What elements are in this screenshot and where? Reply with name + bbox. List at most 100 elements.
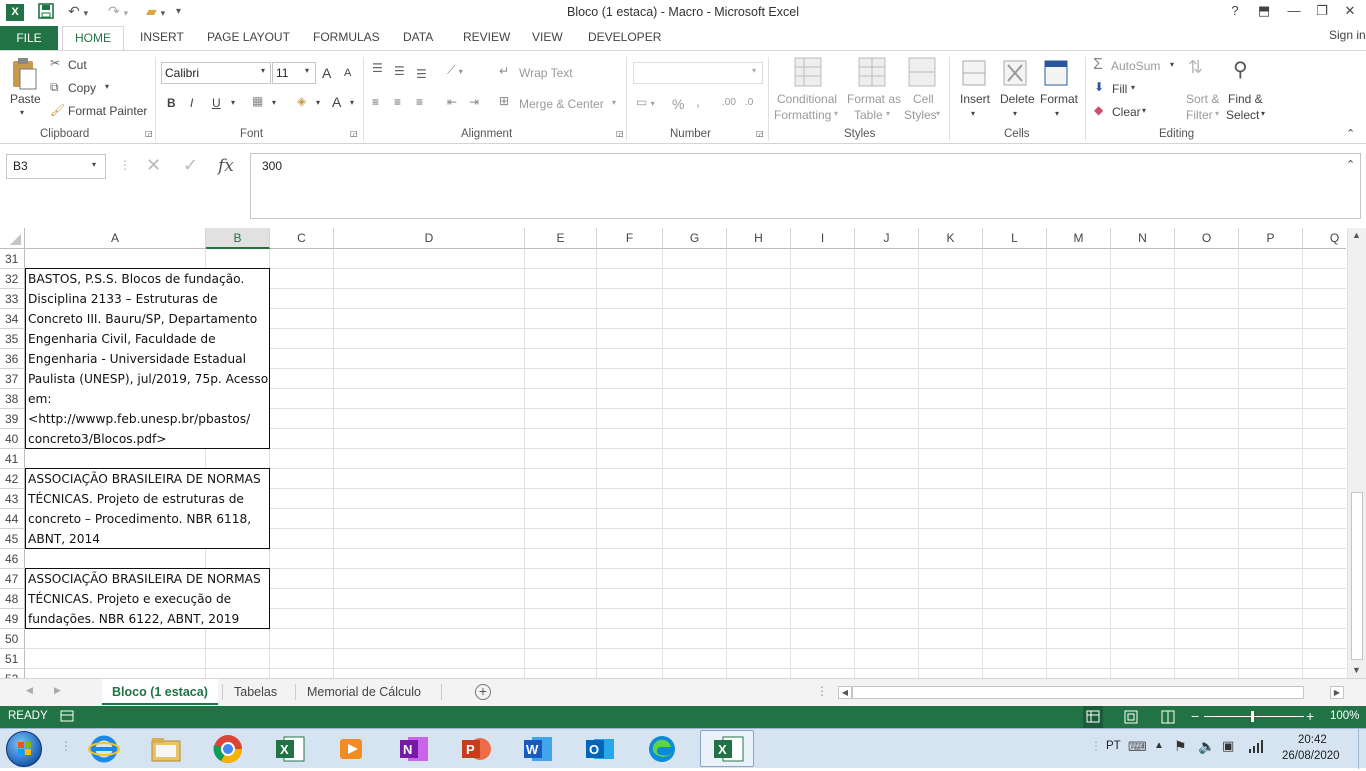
find-select-icon[interactable]: ⚲ bbox=[1233, 57, 1248, 82]
formula-bar-collapse-icon[interactable]: ⌃ bbox=[1346, 158, 1355, 171]
clipboard-launcher-icon[interactable]: ◲ bbox=[145, 129, 153, 138]
column-header[interactable]: E bbox=[525, 228, 597, 249]
middle-align-icon[interactable]: ☰ bbox=[394, 64, 405, 78]
borders-dropdown-icon[interactable]: ▾ bbox=[272, 98, 276, 107]
orientation-icon[interactable]: ⟋ ▾ bbox=[447, 63, 463, 78]
column-header[interactable]: L bbox=[983, 228, 1047, 249]
number-launcher-icon[interactable]: ◲ bbox=[756, 129, 764, 138]
tab-developer[interactable]: DEVELOPER bbox=[588, 30, 661, 44]
sort-filter-line2[interactable]: Filter bbox=[1186, 108, 1213, 122]
font-name-combo[interactable]: Calibri bbox=[161, 62, 271, 84]
next-sheet-icon[interactable]: ▶ bbox=[54, 685, 61, 696]
fill-color-dropdown-icon[interactable]: ▾ bbox=[316, 98, 320, 107]
collapse-ribbon-icon[interactable]: ⌃ bbox=[1346, 127, 1355, 140]
hscroll-right-icon[interactable]: ▶ bbox=[1330, 686, 1344, 699]
italic-button[interactable]: I bbox=[190, 96, 193, 110]
wrap-text-icon[interactable]: ↵ bbox=[499, 64, 509, 78]
chrome-icon[interactable] bbox=[212, 733, 244, 765]
format-cells-icon[interactable] bbox=[1043, 57, 1071, 92]
row-header[interactable]: 49 bbox=[0, 609, 25, 629]
delete-cells-icon[interactable] bbox=[1002, 57, 1030, 92]
column-header[interactable]: K bbox=[919, 228, 983, 249]
worksheet-grid[interactable]: A B C D E F G H I J K L M N O P Q 31 32 … bbox=[0, 228, 1346, 678]
column-header[interactable]: C bbox=[270, 228, 334, 249]
sheet-tab[interactable]: Memorial de Cálculo bbox=[307, 679, 421, 705]
onenote-icon[interactable]: N bbox=[398, 733, 430, 765]
insert-dropdown-icon[interactable]: ▾ bbox=[971, 109, 975, 118]
merge-center-button[interactable]: Merge & Center bbox=[519, 97, 604, 111]
column-header[interactable]: N bbox=[1111, 228, 1175, 249]
show-desktop-button[interactable] bbox=[1358, 729, 1366, 769]
scroll-up-icon[interactable]: ▲ bbox=[1352, 230, 1361, 240]
internet-explorer-icon[interactable] bbox=[88, 733, 120, 765]
column-header[interactable]: B bbox=[206, 228, 270, 249]
wrap-text-button[interactable]: Wrap Text bbox=[519, 66, 573, 80]
align-right-icon[interactable]: ≡ bbox=[416, 95, 423, 109]
column-header[interactable]: F bbox=[597, 228, 663, 249]
alignment-launcher-icon[interactable]: ◲ bbox=[616, 129, 624, 138]
tab-formulas[interactable]: FORMULAS bbox=[313, 30, 380, 44]
row-header[interactable]: 39 bbox=[0, 409, 25, 429]
scroll-thumb[interactable] bbox=[1351, 492, 1363, 660]
cell-styles-icon[interactable] bbox=[908, 57, 938, 92]
cut-icon[interactable]: ✂ bbox=[50, 56, 60, 70]
row-header[interactable]: 37 bbox=[0, 369, 25, 389]
outlook-icon[interactable]: O bbox=[584, 733, 616, 765]
close-button[interactable]: ✕ bbox=[1336, 3, 1364, 19]
column-header[interactable]: O bbox=[1175, 228, 1239, 249]
ribbon-display-options-icon[interactable]: ⬒ bbox=[1250, 3, 1278, 19]
powerpoint-icon[interactable]: P bbox=[460, 733, 492, 765]
page-break-view-icon[interactable] bbox=[1160, 709, 1176, 728]
file-explorer-icon[interactable] bbox=[150, 733, 182, 765]
row-header[interactable]: 40 bbox=[0, 429, 25, 449]
number-format-dropdown-icon[interactable]: ▾ bbox=[752, 66, 756, 75]
font-name-dropdown-icon[interactable]: ▾ bbox=[261, 66, 265, 75]
volume-icon[interactable]: 🔈 bbox=[1198, 738, 1215, 755]
sort-filter-icon[interactable]: ⇅ bbox=[1188, 57, 1203, 78]
column-header[interactable]: P bbox=[1239, 228, 1303, 249]
format-as-table-icon[interactable] bbox=[858, 57, 888, 92]
increase-decimal-button[interactable]: .00 bbox=[722, 97, 736, 108]
row-header[interactable]: 42 bbox=[0, 469, 25, 489]
delete-dropdown-icon[interactable]: ▾ bbox=[1013, 109, 1017, 118]
cancel-entry-icon[interactable]: ✕ bbox=[146, 155, 161, 176]
vertical-scrollbar[interactable]: ▲ ▼ bbox=[1347, 228, 1366, 678]
row-header[interactable]: 38 bbox=[0, 389, 25, 409]
tab-review[interactable]: REVIEW bbox=[463, 30, 510, 44]
insert-button[interactable]: Insert bbox=[960, 92, 990, 106]
format-as-table-button[interactable]: Format as bbox=[847, 92, 901, 106]
column-header[interactable]: Q bbox=[1303, 228, 1346, 249]
increase-indent-icon[interactable]: ⇥ bbox=[469, 95, 479, 109]
autosum-dropdown-icon[interactable]: ▾ bbox=[1170, 60, 1174, 69]
help-button[interactable]: ? bbox=[1221, 3, 1249, 18]
split-grip-icon[interactable]: ⋮ bbox=[816, 684, 828, 698]
flag-icon[interactable]: ⚑ bbox=[1174, 738, 1187, 755]
tab-data[interactable]: DATA bbox=[403, 30, 433, 44]
number-format-combo[interactable] bbox=[633, 62, 763, 84]
column-header[interactable]: A bbox=[25, 228, 206, 249]
find-select-line2[interactable]: Select bbox=[1226, 108, 1259, 122]
device-icon[interactable]: ▣ bbox=[1222, 738, 1234, 754]
paste-button[interactable]: Paste bbox=[10, 92, 41, 106]
percent-style-button[interactable]: % bbox=[672, 96, 684, 112]
copy-button[interactable]: Copy bbox=[68, 81, 96, 95]
cell-styles-dropdown-icon[interactable]: ▾ bbox=[936, 109, 940, 118]
network-icon[interactable] bbox=[1248, 738, 1264, 757]
zoom-level[interactable]: 100% bbox=[1330, 710, 1359, 722]
shrink-font-icon[interactable]: A bbox=[344, 67, 351, 79]
underline-dropdown-icon[interactable]: ▾ bbox=[231, 98, 235, 107]
row-header[interactable]: 45 bbox=[0, 529, 25, 549]
row-header[interactable]: 35 bbox=[0, 329, 25, 349]
sign-in-link[interactable]: Sign in bbox=[1329, 28, 1366, 42]
row-header[interactable]: 41 bbox=[0, 449, 25, 469]
tab-page-layout[interactable]: PAGE LAYOUT bbox=[207, 30, 290, 44]
paste-dropdown-icon[interactable]: ▾ bbox=[20, 108, 24, 117]
decrease-indent-icon[interactable]: ⇤ bbox=[447, 95, 457, 109]
macro-record-icon[interactable] bbox=[60, 709, 74, 726]
conditional-formatting-line2[interactable]: Formatting bbox=[774, 108, 831, 122]
accounting-format-icon[interactable]: ▭ ▾ bbox=[636, 95, 655, 109]
font-color-dropdown-icon[interactable]: ▾ bbox=[350, 98, 354, 107]
paste-icon[interactable] bbox=[10, 57, 38, 94]
clear-button[interactable]: Clear bbox=[1112, 105, 1141, 119]
decrease-decimal-button[interactable]: .0 bbox=[745, 97, 753, 108]
